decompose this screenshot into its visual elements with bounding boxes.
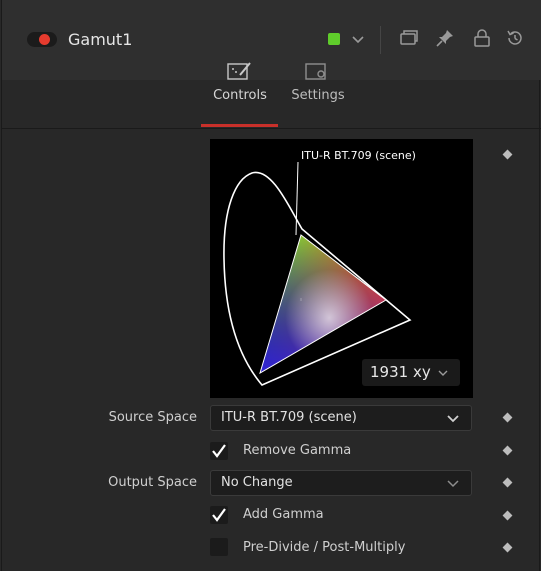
node-header: Gamut1: [2, 0, 541, 80]
settings-icon: [305, 63, 326, 80]
output-space-label: Output Space: [108, 475, 197, 490]
inspector-panel: Gamut1 Controls Settings ITU-R BT.709 (s…: [1, 0, 541, 571]
tab-controls-label: Controls: [213, 88, 267, 103]
tabs-divider: [2, 128, 541, 129]
pre-divide-checkbox[interactable]: [210, 538, 228, 556]
remove-gamma-checkbox[interactable]: [210, 442, 228, 460]
diagram-mode-value: 1931 xy: [370, 363, 431, 381]
node-enable-toggle[interactable]: [27, 32, 57, 47]
pin-icon[interactable]: [434, 27, 456, 49]
chevron-down-icon: [447, 480, 459, 488]
active-tab-indicator: [201, 124, 278, 127]
chevron-down-icon: [447, 415, 459, 423]
tab-settings-label: Settings: [291, 88, 345, 103]
source-space-value: ITU-R BT.709 (scene): [221, 410, 357, 425]
checkmark-icon: [212, 508, 226, 522]
checkmark-icon: [212, 444, 226, 458]
chevron-down-icon: [438, 370, 448, 376]
keyframe-diamond-output-space[interactable]: [502, 477, 513, 488]
node-name: Gamut1: [68, 30, 133, 49]
source-space-dropdown[interactable]: ITU-R BT.709 (scene): [210, 405, 472, 431]
output-space-dropdown[interactable]: No Change: [210, 470, 472, 496]
keyframe-diamond-gamut[interactable]: [502, 149, 513, 160]
chevron-down-icon[interactable]: [348, 29, 368, 49]
add-gamma-checkbox[interactable]: [210, 506, 228, 524]
remove-gamma-label: Remove Gamma: [243, 443, 352, 458]
tab-controls[interactable]: Controls: [210, 60, 270, 103]
reset-icon[interactable]: [504, 27, 526, 49]
enable-dot-icon: [39, 34, 50, 45]
keyframe-diamond-source-space[interactable]: [502, 412, 513, 423]
pre-divide-label: Pre-Divide / Post-Multiply: [243, 540, 406, 555]
lock-icon[interactable]: [471, 27, 493, 49]
window-icon[interactable]: [398, 27, 420, 49]
header-separator: [380, 26, 381, 54]
tab-settings[interactable]: Settings: [288, 60, 348, 103]
keyframe-diamond-remove-gamma[interactable]: [502, 445, 513, 456]
diagram-mode-dropdown[interactable]: 1931 xy: [362, 359, 460, 386]
add-gamma-label: Add Gamma: [243, 507, 324, 522]
output-space-value: No Change: [221, 475, 293, 490]
controls-icon: [227, 62, 251, 80]
source-space-label: Source Space: [108, 410, 197, 425]
node-color-swatch[interactable]: [328, 33, 340, 45]
keyframe-diamond-add-gamma[interactable]: [502, 510, 513, 521]
gamut-label: ITU-R BT.709 (scene): [301, 149, 416, 162]
keyframe-diamond-pre-divide[interactable]: [502, 542, 513, 553]
